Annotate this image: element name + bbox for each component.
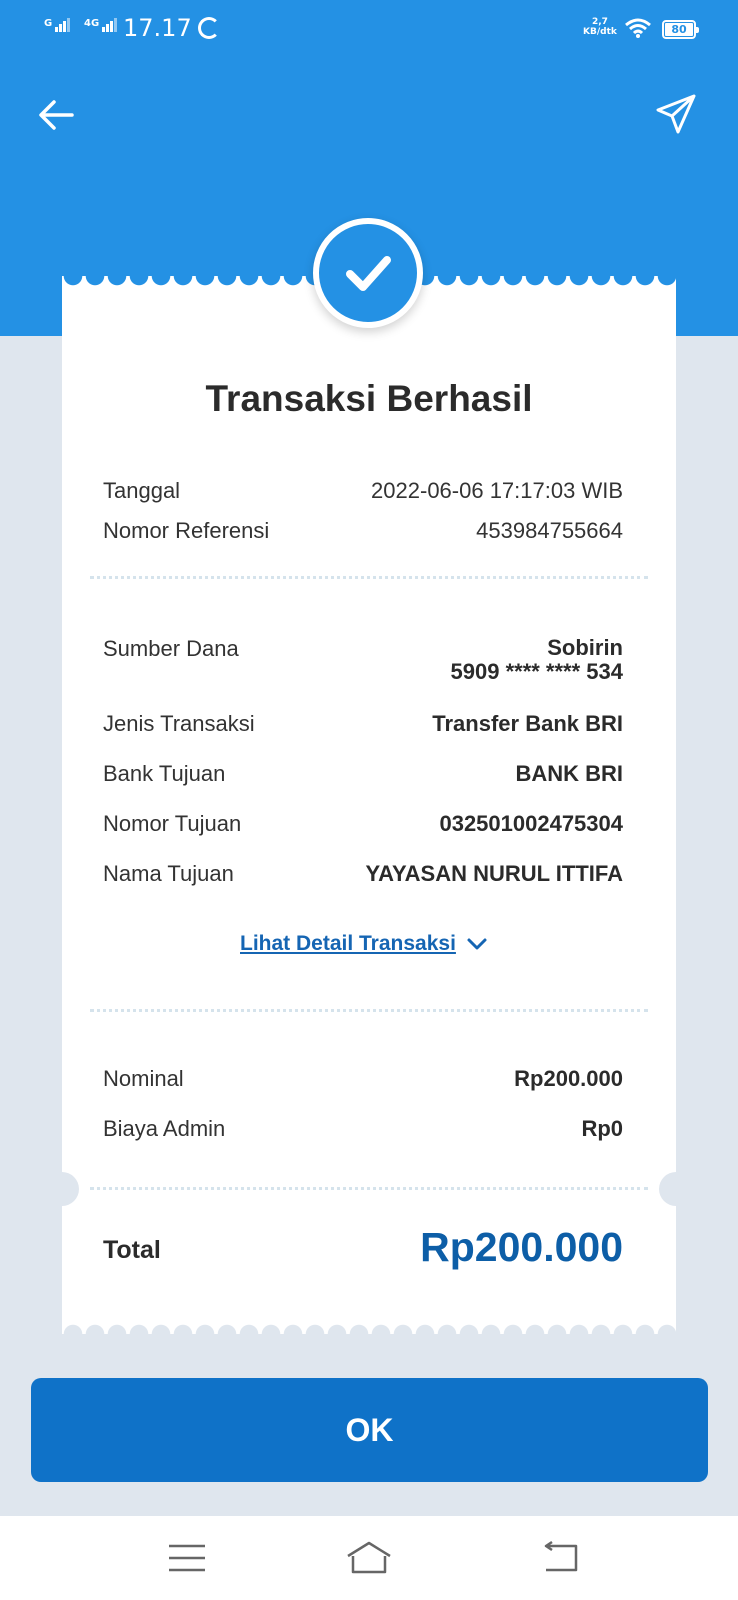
status-time: 17.17 [123,14,192,42]
detail-value: Transfer Bank BRI [432,711,623,736]
total-label: Total [103,1236,161,1264]
detail-label: Jenis Transaksi [103,711,255,736]
speed-value: 2,7 [591,17,608,27]
divider [90,576,648,579]
home-icon[interactable] [344,1540,394,1576]
back-icon[interactable] [538,1540,588,1576]
source-account: 5909 **** **** 534 [450,659,623,684]
source-name: Sobirin [547,635,623,660]
sync-icon [198,17,220,39]
detail-value: BANK BRI [515,761,623,786]
detail-value: 032501002475304 [439,811,623,836]
receipt-scallop-bottom [62,1320,676,1334]
checkmark-icon [346,256,391,291]
receipt-notch-right [659,1172,693,1206]
amount-row: Biaya Admin Rp0 [103,1116,623,1142]
receipt-card [45,276,693,1334]
view-detail-link[interactable]: Lihat Detail Transaksi [240,932,490,956]
transaction-title: Transaksi Berhasil [205,378,533,419]
source-value: Sobirin 5909 **** **** 534 [451,636,623,684]
speed-unit: KB/dtk [583,27,617,37]
detail-label: Nama Tujuan [103,861,234,886]
divider [90,1187,648,1190]
system-nav-bar [0,1516,738,1600]
status-bar: G 4G 17.17 2,7 KB/dtk 80 [0,0,738,60]
detail-value: YAYASAN NURUL ITTIFA [365,861,623,886]
detail-row: Nomor Tujuan 032501002475304 [103,811,623,837]
signal-sim1-icon: G [44,18,71,32]
menu-icon[interactable] [163,1540,213,1576]
date-value: 2022-06-06 17:17:03 WIB [371,478,623,503]
battery-icon: 80 [662,20,699,39]
sim1-label: G [44,18,53,29]
network-speed: 2,7 KB/dtk [583,17,617,37]
reference-label: Nomor Referensi [103,518,270,543]
arrow-left-icon [39,100,74,130]
date-label: Tanggal [103,478,181,503]
amount-row: Nominal Rp200.000 [103,1066,623,1092]
battery-level: 80 [665,23,693,36]
wifi-icon [625,18,651,38]
detail-label: Bank Tujuan [103,761,226,786]
signal-sim2-icon: 4G [84,18,118,32]
source-row: Sumber Dana Sobirin 5909 **** **** 534 [103,636,623,684]
amount-value: Rp200.000 [514,1066,623,1091]
source-label: Sumber Dana [103,636,239,661]
back-button[interactable] [36,94,78,136]
reference-row: Nomor Referensi 453984755664 [103,518,623,544]
amount-label: Nominal [103,1066,184,1091]
total-value: Rp200.000 [420,1224,623,1270]
sim2-label: 4G [84,18,100,29]
detail-row: Jenis Transaksi Transfer Bank BRI [103,711,623,737]
send-icon [656,94,696,134]
view-detail-label: Lihat Detail Transaksi [240,932,456,955]
detail-row: Nama Tujuan YAYASAN NURUL ITTIFA [103,861,623,887]
receipt-notch-left [45,1172,79,1206]
amount-label: Biaya Admin [103,1116,226,1141]
detail-row: Bank Tujuan BANK BRI [103,761,623,787]
divider [90,1009,648,1012]
success-badge [313,218,423,328]
reference-value: 453984755664 [476,518,623,543]
chevron-down-icon [467,938,487,950]
date-row: Tanggal 2022-06-06 17:17:03 WIB [103,478,623,504]
detail-label: Nomor Tujuan [103,811,242,836]
amount-value: Rp0 [581,1116,623,1141]
ok-button[interactable]: OK [31,1378,708,1482]
share-button[interactable] [654,92,698,136]
